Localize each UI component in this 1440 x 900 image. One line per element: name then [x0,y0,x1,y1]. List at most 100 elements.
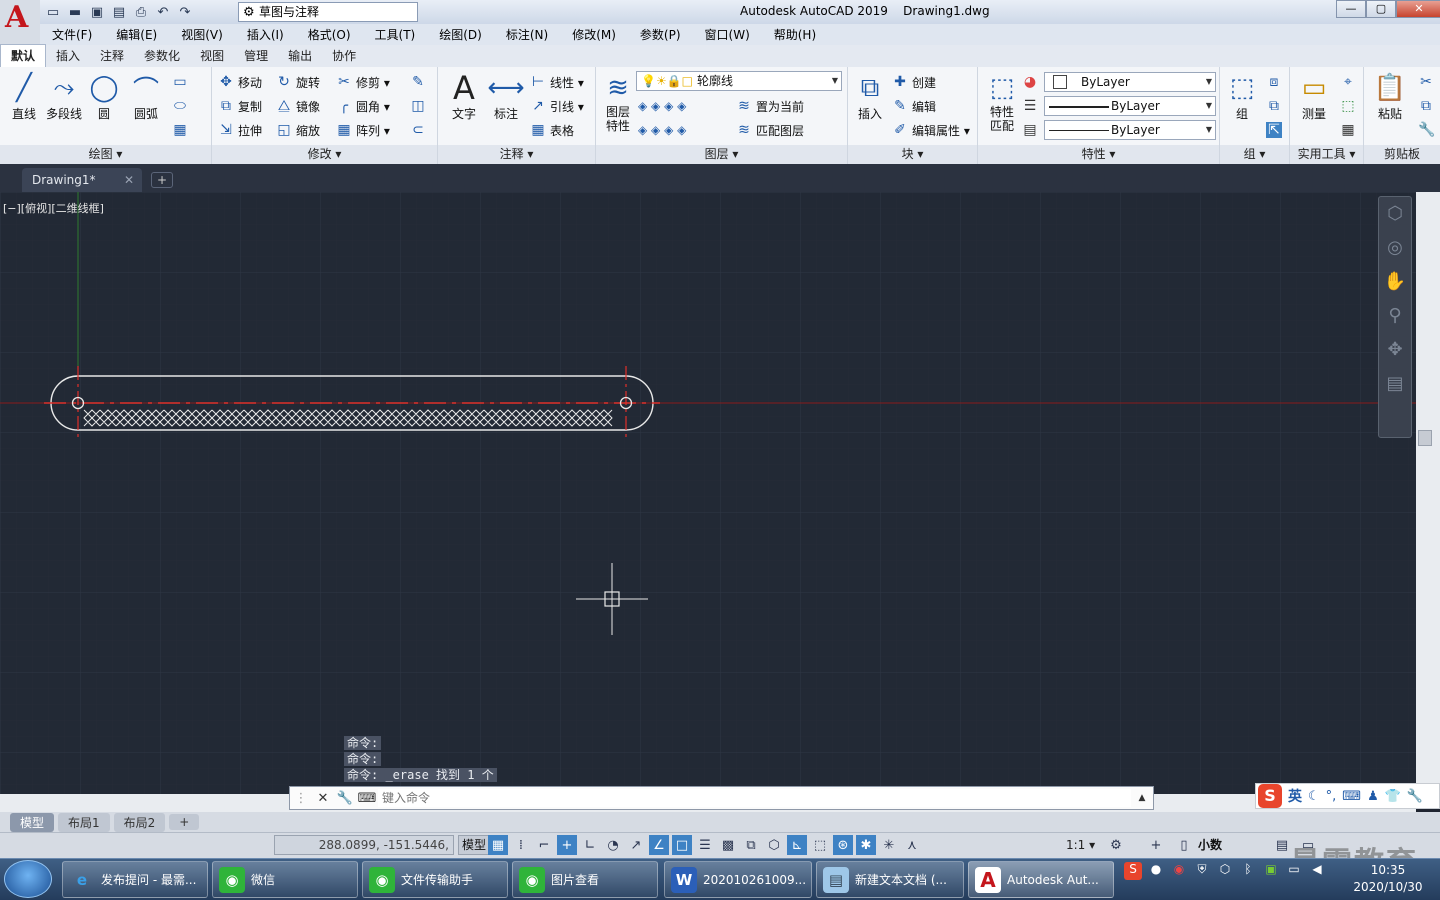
lineweight-icon-btn[interactable]: ☰ [1022,95,1038,117]
polar-icon[interactable]: ◔ [603,835,623,855]
steering-wheel-icon[interactable]: ◎ [1379,231,1411,265]
move-button[interactable]: ✥ 移动 [218,71,262,93]
group-select-button[interactable]: ⇱ [1266,119,1282,141]
insert-block-button[interactable]: ⧉ 插入 [850,71,890,122]
measure-button[interactable]: ▭ 测量 [1294,71,1334,122]
document-tab-drawing1[interactable]: Drawing1* ✕ [22,168,142,192]
modify-panel-title[interactable]: 修改 ▾ [212,145,437,164]
scale-button[interactable]: ◱ 缩放 [276,119,320,141]
auto-scale-icon[interactable]: ✳ [879,835,899,855]
layer-properties-button[interactable]: ≋ 图层 特性 [598,71,638,133]
maximize-button[interactable]: ▢ [1366,0,1396,18]
ime-language[interactable]: 英 [1288,786,1302,806]
minimize-button[interactable]: — [1336,0,1366,18]
menu-help[interactable]: 帮助(H) [762,26,828,43]
orbit-icon[interactable]: ✥ [1379,333,1411,367]
moon-icon[interactable]: ☾ [1308,789,1320,804]
taskbar-item[interactable]: e 发布提问 - 最需... [62,861,208,898]
circle-button[interactable]: ◯ 圆 [84,71,124,122]
transparency-icon[interactable]: ▩ [718,835,738,855]
shield-tray-icon[interactable]: ⛨ [1193,862,1211,880]
arc-button[interactable]: ⌒ 圆弧 [126,71,166,122]
3d-osnap-icon[interactable]: ⬡ [764,835,784,855]
shirt-icon[interactable]: 👕 [1385,789,1401,804]
groups-panel-title[interactable]: 组 ▾ [1220,145,1289,164]
hatch-button[interactable]: ⬭ [172,95,188,117]
add-layout-button[interactable]: + [169,814,200,830]
save-as-icon[interactable]: ▤ [110,3,128,21]
punctuation-icon[interactable]: °, [1326,789,1337,804]
table-button[interactable]: ▦ 表格 [530,119,574,141]
keyboard-icon[interactable]: ⌨ [1342,789,1361,804]
tab-manage[interactable]: 管理 [234,45,278,67]
copy-button[interactable]: ⧉ 复制 [218,95,262,117]
coordinate-readout[interactable]: 288.0899, -151.5446, 0.0000 [274,835,454,870]
customize-wrench-icon[interactable]: 🔧 [334,791,356,806]
autocad-logo-button[interactable]: A [0,0,40,44]
workspace-dropdown[interactable]: ⚙ 草图与注释 [238,2,418,22]
rotate-button[interactable]: ↻ 旋转 [276,71,320,93]
menu-format[interactable]: 格式(O) [296,26,363,43]
trim-button[interactable]: ✂ 修剪 ▾ [336,71,390,93]
utilities-panel-title[interactable]: 实用工具 ▾ [1290,145,1363,164]
tab-annotate[interactable]: 注释 [90,45,134,67]
menu-draw[interactable]: 绘图(D) [427,26,494,43]
linear-button[interactable]: ⊢ 线性 ▾ [530,71,584,93]
menu-modify[interactable]: 修改(M) [560,26,628,43]
command-input[interactable] [378,789,1131,807]
edit-block-button[interactable]: ✎ 编辑 [892,95,936,117]
properties-panel-title[interactable]: 特性 ▾ [978,145,1219,164]
sogou-tray-icon[interactable]: S [1124,862,1142,880]
isodraft-icon[interactable]: ↗ [626,835,646,855]
tab-layout1[interactable]: 布局1 [58,812,110,832]
quick-properties-icon[interactable]: ▤ [1272,835,1292,855]
annotation-monitor-icon[interactable]: + [1146,835,1166,855]
ungroup-button[interactable]: ⧈ [1266,71,1282,93]
lineweight-dropdown[interactable]: ByLayer [1044,120,1216,140]
dimension-button[interactable]: ⟷ 标注 [486,71,526,122]
showmotion-icon[interactable]: ▤ [1379,367,1411,401]
copy-clip-button[interactable]: ⧉ [1418,95,1434,117]
new-file-icon[interactable]: ▭ [44,3,62,21]
menu-edit[interactable]: 编辑(E) [104,26,169,43]
taskbar-item[interactable]: A Autodesk Aut... [968,861,1114,898]
pan-hand-icon[interactable]: ✋ [1379,265,1411,299]
block-panel-title[interactable]: 块 ▾ [848,145,977,164]
close-command-icon[interactable]: ✕ [312,791,334,806]
tab-view[interactable]: 视图 [190,45,234,67]
clock[interactable]: 10:35 2020/10/30 [1348,862,1428,896]
calculator-button[interactable]: ▦ [1340,119,1356,141]
erase-button[interactable]: ✎ [410,71,426,93]
taskbar-item[interactable]: ◉ 文件传输助手 [362,861,508,898]
annotation-scale-icon[interactable]: ⋏ [902,835,922,855]
menu-window[interactable]: 窗口(W) [693,26,762,43]
quick-select-button[interactable]: ⬚ [1340,95,1356,117]
calc-button[interactable]: ⌖ [1340,71,1356,93]
color-dropdown[interactable]: ByLayer [1044,72,1216,92]
cube-tray-icon[interactable]: ⬡ [1216,862,1234,880]
paste-button[interactable]: 📋 粘贴 [1370,71,1410,122]
print-icon[interactable]: ⎙ [132,3,150,21]
selection-filter-icon[interactable]: ⬚ [810,835,830,855]
annotation-scale-value[interactable]: 1:1 ▾ [1066,835,1095,855]
menu-file[interactable]: 文件(F) [40,26,104,43]
tab-collaborate[interactable]: 协作 [322,45,366,67]
object-snap-tracking-icon[interactable]: ∠ [649,835,669,855]
open-folder-icon[interactable]: ▬ [66,3,84,21]
linetype-icon-btn[interactable]: ▤ [1022,119,1038,141]
taskbar-item[interactable]: ▤ 新建文本文档 (... [816,861,964,898]
annotation-panel-title[interactable]: 注释 ▾ [438,145,595,164]
units-icon[interactable]: ▯ [1174,835,1194,855]
menu-dimension[interactable]: 标注(N) [494,26,560,43]
layers-panel-title[interactable]: 图层 ▾ [596,145,847,164]
layer-tools-row2[interactable]: ◈ ◈ ◈ ◈ [638,119,686,141]
vertical-scrollbar[interactable] [1416,192,1440,794]
group-button[interactable]: ⬚ 组 [1222,71,1262,122]
ortho-icon[interactable]: ∟ [580,835,600,855]
array-button[interactable]: ▦ 阵列 ▾ [336,119,389,141]
close-button[interactable]: ✕ [1396,0,1440,18]
tab-parametric[interactable]: 参数化 [134,45,190,67]
menu-tools[interactable]: 工具(T) [363,26,428,43]
polyline-button[interactable]: ⤳ 多段线 [44,71,84,122]
snap-icon[interactable]: ⁞ [511,835,531,855]
